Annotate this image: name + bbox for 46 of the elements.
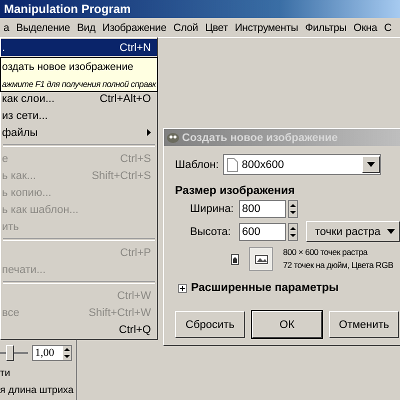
menu-item[interactable]: файлы bbox=[1, 124, 157, 141]
unit-dropdown[interactable]: точки растра bbox=[306, 221, 400, 242]
landscape-icon[interactable] bbox=[249, 247, 273, 271]
menu-item[interactable]: Инструменты bbox=[231, 20, 302, 36]
expander-label[interactable]: Расширенные параметры bbox=[191, 282, 339, 294]
tooltip-hint: ажмите F1 для получения полной справк bbox=[2, 79, 157, 89]
slider-thumb[interactable] bbox=[6, 345, 14, 361]
number-field[interactable]: 800 bbox=[239, 200, 286, 218]
menu-item[interactable]: . Ctrl+N bbox=[1, 39, 157, 56]
spin-arrows-icon[interactable] bbox=[288, 222, 298, 240]
dialog-button[interactable]: Сбросить bbox=[175, 311, 245, 338]
expand-icon[interactable] bbox=[178, 284, 187, 292]
window-title: Manipulation Program bbox=[4, 2, 131, 16]
number-field[interactable]: 600 bbox=[239, 222, 286, 240]
dialog-button[interactable]: Отменить bbox=[329, 311, 399, 338]
menu-item[interactable]: Фильтры bbox=[302, 20, 350, 36]
field-label: Шаблон: bbox=[175, 158, 219, 170]
dialog-button[interactable]: ОК bbox=[252, 311, 322, 338]
number-field[interactable]: 1,00 bbox=[32, 345, 72, 361]
spin-arrows-icon[interactable] bbox=[63, 346, 71, 360]
submenu-arrow-icon[interactable] bbox=[147, 129, 151, 136]
menu-item[interactable]: Цвет bbox=[202, 20, 232, 36]
menu-item[interactable]: С bbox=[380, 20, 396, 36]
dropdown-arrow-icon bbox=[386, 229, 395, 234]
app-icon bbox=[167, 132, 179, 143]
option-label: ти bbox=[0, 368, 12, 379]
document-icon bbox=[226, 158, 238, 172]
menu-item[interactable]: а bbox=[0, 20, 13, 36]
image-size-info: 800 × 600 точек растра bbox=[283, 246, 369, 259]
menu-item[interactable]: Слой bbox=[170, 20, 202, 36]
resolution-info: 72 точек на дюйм, Цвета RGB bbox=[283, 259, 394, 272]
template-dropdown[interactable]: 800x600 bbox=[222, 154, 381, 175]
tooltip-title: оздать новое изображение bbox=[2, 61, 134, 73]
menu-item[interactable]: Ctrl+Q bbox=[1, 321, 157, 338]
spin-arrows-icon[interactable] bbox=[288, 200, 298, 218]
option-label: я длина штриха bbox=[0, 385, 75, 396]
menu-item[interactable]: Изображение bbox=[98, 20, 170, 36]
menu-item[interactable]: Окна bbox=[350, 20, 381, 36]
menu-item[interactable]: Выделение bbox=[12, 20, 74, 36]
menu-item[interactable]: как слои... Ctrl+Alt+O bbox=[1, 90, 157, 107]
field-label: Ширина: bbox=[190, 203, 235, 215]
menu-item[interactable]: из сети... bbox=[1, 107, 157, 124]
field-label: Высота: bbox=[190, 226, 232, 238]
menu-item[interactable]: Вид bbox=[73, 20, 99, 36]
section-heading: Размер изображения bbox=[175, 185, 296, 197]
dialog-title: Создать новое изображение bbox=[182, 132, 338, 144]
